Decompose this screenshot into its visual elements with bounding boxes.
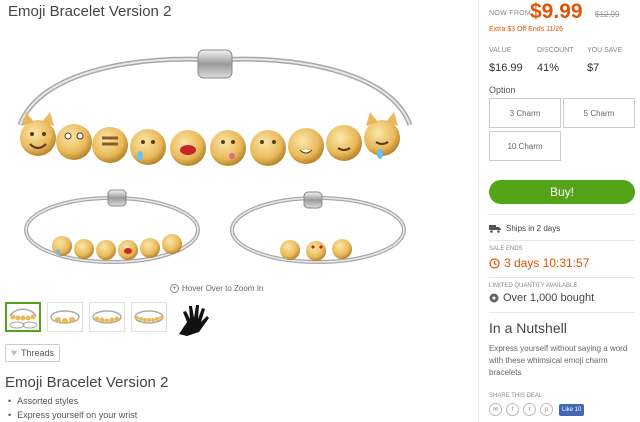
bought-text: Over 1,000 bought <box>503 292 595 304</box>
divider <box>489 277 635 278</box>
option-5-charm[interactable]: 5 Charm <box>563 98 635 128</box>
product-gallery-column: Emoji Bracelet Version 2 + Hover Over to… <box>0 0 472 422</box>
shipping-text: Ships in 2 days <box>506 224 561 233</box>
zoom-icon: + <box>170 284 179 293</box>
main-product-image[interactable] <box>0 30 472 290</box>
purchase-sidebar: NOW FROM $9.99 $12.99 Extra $3 Off Ends … <box>478 0 640 422</box>
now-from-label: NOW FROM <box>489 10 532 17</box>
divider <box>489 214 635 215</box>
description-title: Emoji Bracelet Version 2 <box>5 374 169 391</box>
description-bullets: Assorted styles Express yourself on your… <box>8 396 137 422</box>
sale-ends-label: SALE ENDS <box>489 246 523 252</box>
stat-values: $16.99 41% $7 <box>489 62 639 74</box>
option-label: Option <box>489 85 516 95</box>
zoom-hint-text: Hover Over to Zoom In <box>182 284 264 293</box>
sale-timer: 3 days 10:31:57 <box>489 256 589 270</box>
buy-button[interactable]: Buy! <box>489 180 635 204</box>
large-bracelet-charms <box>20 112 400 166</box>
thumbnail-1[interactable] <box>5 302 41 332</box>
twitter-icon[interactable]: t <box>523 403 536 416</box>
product-title: Emoji Bracelet Version 2 <box>8 3 172 20</box>
threads-button[interactable]: ♥ Threads <box>5 344 60 362</box>
thumbnail-3[interactable] <box>89 302 125 332</box>
thumbnail-2[interactable] <box>47 302 83 332</box>
hand-model-thumbnail[interactable] <box>173 302 213 336</box>
threads-label: Threads <box>20 348 54 358</box>
clock-icon <box>489 257 500 269</box>
timer-text: 3 days 10:31:57 <box>504 256 590 270</box>
share-label: SHARE THIS DEAL <box>489 393 543 399</box>
facebook-like-button[interactable]: Like 10 <box>559 403 585 416</box>
discount-amount: 41% <box>537 62 560 74</box>
value-amount: $16.99 <box>489 62 523 74</box>
option-3-charm[interactable]: 3 Charm <box>489 98 561 128</box>
pinterest-icon[interactable]: p <box>540 403 553 416</box>
truck-icon <box>489 225 501 233</box>
you-save-amount: $7 <box>587 62 600 74</box>
nutshell-text: Express yourself without saying a word w… <box>489 344 628 377</box>
limited-quantity-label: LIMITED QUANTITY AVAILABLE <box>489 283 578 289</box>
zoom-hint: + Hover Over to Zoom In <box>170 284 263 293</box>
value-label: VALUE <box>489 47 512 54</box>
heart-icon: ♥ <box>11 347 17 359</box>
nutshell-title: In a Nutshell <box>489 320 567 336</box>
discount-label: DISCOUNT <box>537 47 574 54</box>
small-bracelet-right-charms <box>280 239 352 261</box>
you-save-label: YOU SAVE <box>587 47 623 54</box>
share-row: ✉ f t p Like 10 <box>489 403 585 416</box>
extra-discount-note: Extra $3 Off Ends 11/26 <box>489 26 564 33</box>
divider <box>489 312 635 313</box>
tag-icon <box>489 293 499 303</box>
like-text: Like 10 <box>562 406 582 413</box>
original-price: $12.99 <box>595 10 620 19</box>
stat-labels: VALUE DISCOUNT YOU SAVE <box>489 47 639 54</box>
thumbnail-strip <box>5 302 213 336</box>
thumbnail-4[interactable] <box>131 302 167 332</box>
option-10-charm[interactable]: 10 Charm <box>489 131 561 161</box>
bullet-item: Express yourself on your wrist <box>8 410 137 420</box>
facebook-icon[interactable]: f <box>506 403 519 416</box>
email-icon[interactable]: ✉ <box>489 403 502 416</box>
divider <box>489 240 635 241</box>
bought-count: Over 1,000 bought <box>489 292 594 304</box>
bullet-item: Assorted styles <box>8 396 137 406</box>
shipping-info: Ships in 2 days <box>489 224 560 233</box>
current-price: $9.99 <box>530 0 583 23</box>
